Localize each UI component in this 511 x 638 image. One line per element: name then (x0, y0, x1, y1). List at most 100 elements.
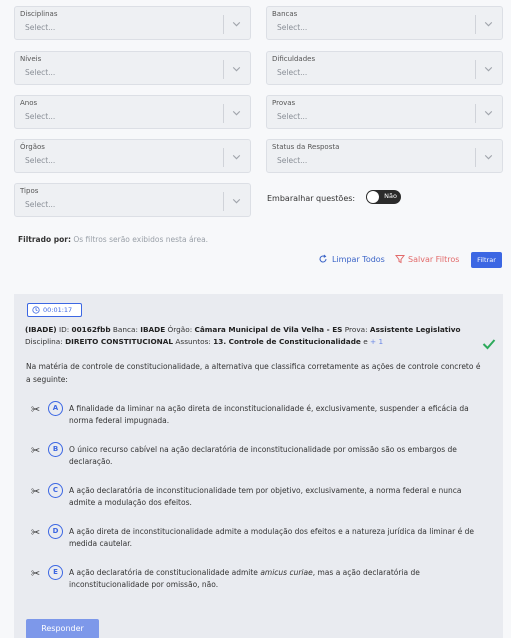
timer-badge: 00:01:17 (27, 303, 82, 317)
meta-more-subjects-link[interactable]: + 1 (370, 337, 383, 346)
meta-assuntos: 13. Controle de Constitucionalidade (213, 337, 361, 346)
chevron-down-icon[interactable] (483, 63, 494, 74)
filter-label: Dificuldades (272, 55, 316, 63)
filter-disciplinas[interactable]: Disciplinas Select... (14, 6, 251, 40)
filter-placeholder: Select... (25, 200, 56, 209)
filter-icon (395, 255, 405, 264)
question-statement: Na matéria de controle de constitucional… (26, 362, 481, 384)
filter-label: Anos (20, 99, 38, 107)
filter-label: Níveis (20, 55, 42, 63)
meta-banca-prefix: (IBADE) (25, 325, 57, 334)
filter-placeholder: Select... (25, 68, 56, 77)
meta-prova-label: Prova: (344, 325, 368, 334)
meta-banca: IBADE (140, 325, 166, 334)
clear-all-button[interactable]: Limpar Todos (318, 254, 385, 264)
meta-prova: Assistente Legislativo (369, 325, 461, 334)
alternative-e[interactable]: ✂ E A ação declaratória de constituciona… (31, 565, 491, 593)
filter-placeholder: Select... (25, 112, 56, 121)
alternative-text: A ação direta de inconstitucionalidade a… (69, 527, 474, 548)
toggle-text: Não (384, 192, 397, 200)
filter-placeholder: Select... (277, 23, 308, 32)
filter-separator (223, 15, 224, 34)
alternative-text-part: A ação declaratória de constitucionalida… (69, 568, 258, 577)
filter-niveis[interactable]: Níveis Select... (14, 51, 251, 85)
filter-separator (223, 104, 224, 123)
refresh-icon (319, 254, 327, 263)
filter-dificuldades[interactable]: Dificuldades Select... (266, 51, 503, 85)
alternative-letter[interactable]: B (48, 442, 63, 457)
toggle-knob (367, 191, 379, 203)
filter-tipos[interactable]: Tipos Select... (14, 183, 251, 217)
alternative-letter[interactable]: D (48, 524, 63, 539)
filter-bancas[interactable]: Bancas Select... (266, 6, 503, 40)
filter-provas[interactable]: Provas Select... (266, 95, 503, 129)
filter-label: Bancas (272, 10, 298, 18)
filter-separator (223, 60, 224, 79)
alternative-a[interactable]: ✂ A A finalidade da liminar na ação dire… (31, 401, 491, 429)
scissors-icon[interactable]: ✂ (31, 485, 40, 498)
filter-label: Órgãos (20, 143, 45, 151)
alternative-text: O único recurso cabível na ação declarat… (69, 445, 457, 466)
alternative-letter[interactable]: E (48, 565, 63, 580)
alternative-text: A ação declaratória de constitucionalida… (69, 567, 489, 591)
filtered-by-label: Filtrado por: (18, 235, 71, 244)
filter-placeholder: Select... (25, 23, 56, 32)
chevron-down-icon[interactable] (231, 18, 242, 29)
filter-orgaos[interactable]: Órgãos Select... (14, 139, 251, 173)
meta-id: 00162fbb (71, 325, 111, 334)
filter-separator (223, 192, 224, 211)
alternative-d[interactable]: ✂ D A ação direta de inconstitucionalida… (31, 524, 491, 552)
filter-label: Status da Resposta (272, 143, 340, 151)
chevron-down-icon[interactable] (231, 107, 242, 118)
filter-placeholder: Select... (25, 156, 56, 165)
save-filters-button[interactable]: Salvar Filtros (395, 254, 459, 264)
alternative-text: A ação declaratória de inconstitucionali… (69, 486, 462, 507)
meta-orgao: Câmara Municipal de Vila Velha - ES (194, 325, 343, 334)
filtered-by: Filtrado por: Os filtros serão exibidos … (18, 235, 208, 244)
scissors-icon[interactable]: ✂ (31, 567, 40, 580)
meta-extra-connector: e (363, 337, 368, 346)
filter-anos[interactable]: Anos Select... (14, 95, 251, 129)
filter-separator (475, 60, 476, 79)
alternative-text-italic: amicus curiae (260, 568, 313, 577)
scissors-icon[interactable]: ✂ (31, 444, 40, 457)
filter-separator (475, 104, 476, 123)
meta-id-label: ID: (58, 325, 70, 334)
alternative-text: A finalidade da liminar na ação direta d… (69, 404, 469, 425)
filter-separator (475, 15, 476, 34)
filter-label: Tipos (20, 187, 39, 195)
filter-label: Disciplinas (20, 10, 58, 18)
chevron-down-icon[interactable] (231, 195, 242, 206)
filter-separator (223, 148, 224, 167)
chevron-down-icon[interactable] (231, 151, 242, 162)
shuffle-toggle[interactable]: Não (366, 190, 401, 204)
chevron-down-icon[interactable] (483, 18, 494, 29)
alternative-letter[interactable]: C (48, 483, 63, 498)
scissors-icon[interactable]: ✂ (31, 403, 40, 416)
alternative-b[interactable]: ✂ B O único recurso cabível na ação decl… (31, 442, 491, 470)
filtered-by-hint: Os filtros serão exibidos nesta área. (73, 235, 209, 244)
question-meta: (IBADE) ID: 00162fbb Banca: IBADE Órgão:… (25, 324, 465, 348)
scissors-icon[interactable]: ✂ (31, 526, 40, 539)
chevron-down-icon[interactable] (231, 63, 242, 74)
timer-value: 00:01:17 (43, 306, 73, 314)
meta-assuntos-label: Assuntos: (175, 337, 211, 346)
filter-separator (475, 148, 476, 167)
answer-button[interactable]: Responder (26, 619, 99, 638)
filter-placeholder: Select... (277, 156, 308, 165)
filter-placeholder: Select... (277, 68, 308, 77)
meta-disciplina-label: Disciplina: (25, 337, 63, 346)
question-card: 00:01:17 (IBADE) ID: 00162fbb Banca: IBA… (14, 294, 503, 638)
alternative-c[interactable]: ✂ C A ação declaratória de inconstitucio… (31, 483, 491, 511)
filter-button[interactable]: Filtrar (471, 252, 502, 268)
clock-icon (32, 306, 40, 314)
alternative-letter[interactable]: A (48, 401, 63, 416)
chevron-down-icon[interactable] (483, 107, 494, 118)
check-icon (482, 339, 496, 350)
filter-status-resposta[interactable]: Status da Resposta Select... (266, 139, 503, 173)
clear-all-label: Limpar Todos (332, 254, 385, 264)
filter-label: Provas (272, 99, 296, 107)
shuffle-label: Embaralhar questões: (267, 194, 356, 203)
meta-orgao-label: Órgão: (167, 325, 193, 334)
chevron-down-icon[interactable] (483, 151, 494, 162)
